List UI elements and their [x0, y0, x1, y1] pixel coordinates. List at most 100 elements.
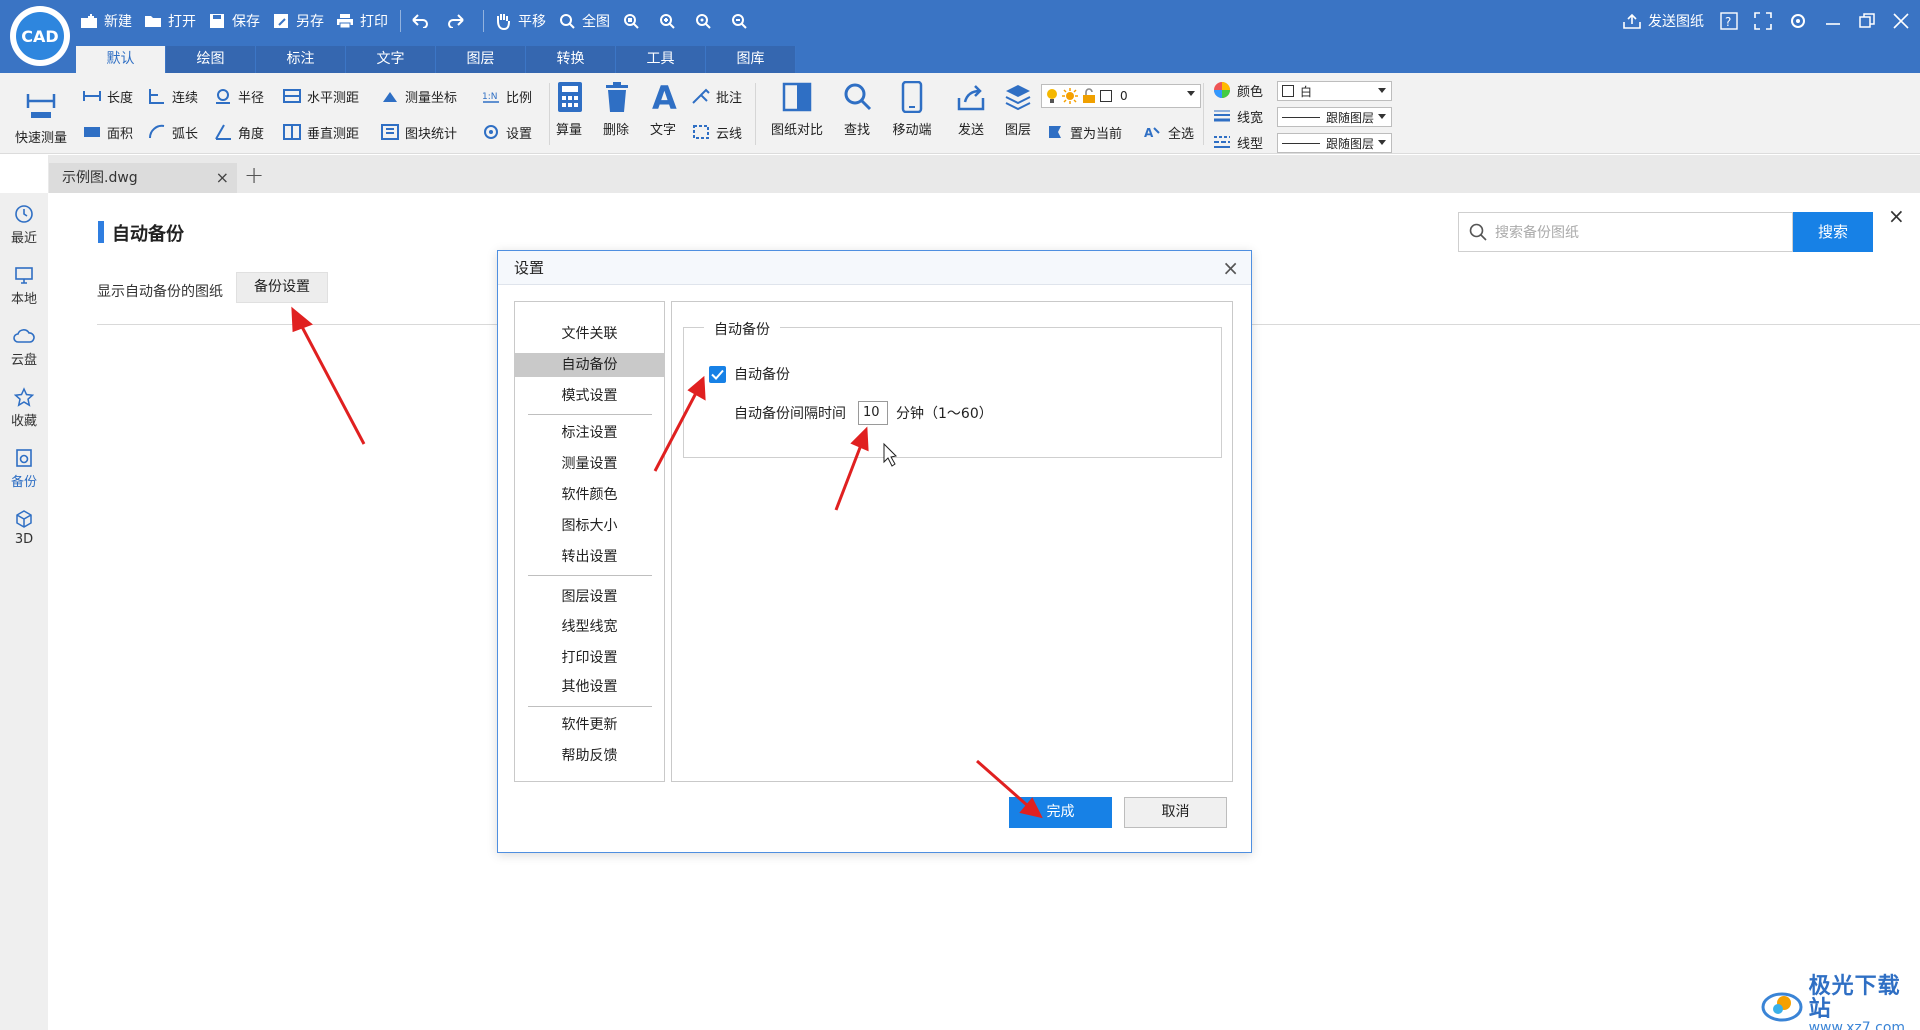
interval-input[interactable]: 10: [858, 401, 888, 425]
tab-layer[interactable]: 图层: [436, 46, 526, 73]
redo-button[interactable]: [447, 12, 471, 30]
close-tab-icon[interactable]: ×: [216, 163, 229, 193]
svg-text:1:N: 1:N: [482, 92, 498, 102]
nav-software-color[interactable]: 软件颜色: [515, 483, 664, 507]
layers-icon: [1000, 79, 1036, 115]
search-button[interactable]: 搜索: [1793, 212, 1873, 252]
zoom-out-button[interactable]: [730, 12, 754, 30]
fullscreen-icon[interactable]: [1754, 12, 1772, 30]
ok-button[interactable]: 完成: [1009, 797, 1112, 828]
sidebar-item-local[interactable]: 本地: [0, 264, 48, 307]
zoom-extents-button[interactable]: [694, 12, 718, 30]
nav-icon-size[interactable]: 图标大小: [515, 514, 664, 538]
nav-auto-backup[interactable]: 自动备份: [515, 353, 664, 377]
menu-tabs: 默认 绘图 标注 文字 图层 转换 工具 图库: [76, 46, 796, 73]
new-button[interactable]: 新建: [80, 11, 132, 31]
nav-print-settings[interactable]: 打印设置: [515, 646, 664, 670]
search-input[interactable]: 搜索备份图纸: [1458, 212, 1793, 252]
layer-select[interactable]: 0: [1041, 84, 1201, 108]
auto-backup-checkbox[interactable]: 自动备份: [709, 364, 790, 384]
angle-button[interactable]: 角度: [213, 121, 264, 143]
sidebar-item-3d[interactable]: 3D: [0, 508, 48, 547]
nav-mode-settings[interactable]: 模式设置: [515, 384, 664, 408]
tab-draw[interactable]: 绘图: [166, 46, 256, 73]
backup-settings-button[interactable]: 备份设置: [236, 272, 328, 303]
send-button[interactable]: 发送: [953, 79, 989, 138]
tab-library[interactable]: 图库: [706, 46, 796, 73]
sidebar-item-cloud[interactable]: 云盘: [0, 325, 48, 368]
save-button[interactable]: 保存: [208, 11, 260, 31]
nav-software-update[interactable]: 软件更新: [515, 713, 664, 737]
zoom-all-button[interactable]: 全图: [558, 11, 610, 31]
find-button[interactable]: 查找: [836, 79, 878, 138]
sidebar-item-favorites[interactable]: 收藏: [0, 386, 48, 429]
tab-text[interactable]: 文字: [346, 46, 436, 73]
continuous-icon: [147, 87, 167, 105]
app-logo[interactable]: CAD: [10, 6, 70, 66]
undo-button[interactable]: [411, 12, 435, 30]
calc-button[interactable]: 算量: [552, 79, 586, 138]
nav-dimension-settings[interactable]: 标注设置: [515, 421, 664, 445]
restore-icon[interactable]: [1858, 12, 1876, 30]
nav-file-association[interactable]: 文件关联: [515, 322, 664, 346]
save-as-button[interactable]: 另存: [272, 11, 324, 31]
dialog-close-icon[interactable]: ×: [1222, 251, 1239, 285]
settings-dialog: 设置 × 文件关联 自动备份 模式设置 标注设置 测量设置 软件颜色 图标大小 …: [497, 250, 1252, 853]
linetype-select[interactable]: 跟随图层: [1277, 133, 1392, 153]
sidebar-item-backup[interactable]: 备份: [0, 447, 48, 490]
gear-icon[interactable]: [1788, 11, 1808, 31]
nav-other-settings[interactable]: 其他设置: [515, 675, 664, 699]
tab-default[interactable]: 默认: [76, 46, 166, 73]
minimize-icon[interactable]: [1824, 12, 1842, 30]
annotate-button[interactable]: 批注: [691, 85, 742, 107]
help-icon[interactable]: ?: [1720, 12, 1738, 30]
close-icon[interactable]: [1892, 12, 1910, 30]
nav-export-settings[interactable]: 转出设置: [515, 545, 664, 569]
color-select[interactable]: 白: [1277, 81, 1392, 101]
open-button[interactable]: 打开: [144, 11, 196, 31]
lineweight-select[interactable]: 跟随图层: [1277, 107, 1392, 127]
quick-measure-button[interactable]: 快速测量: [10, 87, 72, 146]
cancel-button[interactable]: 取消: [1124, 797, 1227, 828]
delete-button[interactable]: 删除: [599, 79, 633, 138]
text-button[interactable]: A 文字: [646, 79, 680, 138]
nav-help-feedback[interactable]: 帮助反馈: [515, 744, 664, 768]
compare-button[interactable]: 图纸对比: [765, 79, 829, 138]
sidebar-item-recent[interactable]: 最近: [0, 203, 48, 246]
nav-linetype-lineweight[interactable]: 线型线宽: [515, 615, 664, 639]
tab-tools[interactable]: 工具: [616, 46, 706, 73]
layer-button[interactable]: 图层: [1000, 79, 1036, 138]
tab-convert[interactable]: 转换: [526, 46, 616, 73]
close-page-icon[interactable]: ×: [1888, 204, 1905, 228]
block-statistics-button[interactable]: 图块统计: [380, 121, 457, 143]
cloud-line-button[interactable]: 云线: [691, 121, 742, 143]
linetype-icon: [1212, 133, 1232, 151]
horizontal-distance-button[interactable]: 水平测距: [282, 85, 359, 107]
vertical-distance-button[interactable]: 垂直测距: [282, 121, 359, 143]
pan-button[interactable]: 平移: [494, 11, 546, 31]
nav-layer-settings[interactable]: 图层设置: [515, 585, 664, 609]
measure-settings-button[interactable]: 设置: [481, 121, 532, 143]
length-button[interactable]: 长度: [82, 85, 133, 107]
print-button[interactable]: 打印: [336, 11, 388, 31]
nav-measure-settings[interactable]: 测量设置: [515, 452, 664, 476]
set-current-button[interactable]: 置为当前: [1045, 121, 1122, 143]
scale-button[interactable]: 1:N 比例: [481, 85, 532, 107]
mobile-button[interactable]: 移动端: [886, 79, 938, 138]
measure-coordinates-button[interactable]: 测量坐标: [380, 85, 457, 107]
send-drawing-button[interactable]: 发送图纸: [1622, 11, 1704, 31]
send-drawing-icon: [1623, 13, 1641, 29]
radius-button[interactable]: 半径: [213, 85, 264, 107]
tab-dimension[interactable]: 标注: [256, 46, 346, 73]
radius-icon: [213, 87, 233, 105]
arc-length-button[interactable]: 弧长: [147, 121, 198, 143]
send-drawing-label: 发送图纸: [1648, 14, 1704, 30]
document-tab[interactable]: 示例图.dwg ×: [49, 163, 237, 193]
select-all-button[interactable]: A 全选: [1143, 121, 1194, 143]
zoom-window-button[interactable]: [622, 12, 646, 30]
add-tab-icon[interactable]: +: [244, 161, 264, 189]
save-as-icon: [272, 12, 290, 30]
zoom-in-button[interactable]: [658, 12, 682, 30]
continuous-button[interactable]: 连续: [147, 85, 198, 107]
area-button[interactable]: 面积: [82, 121, 133, 143]
